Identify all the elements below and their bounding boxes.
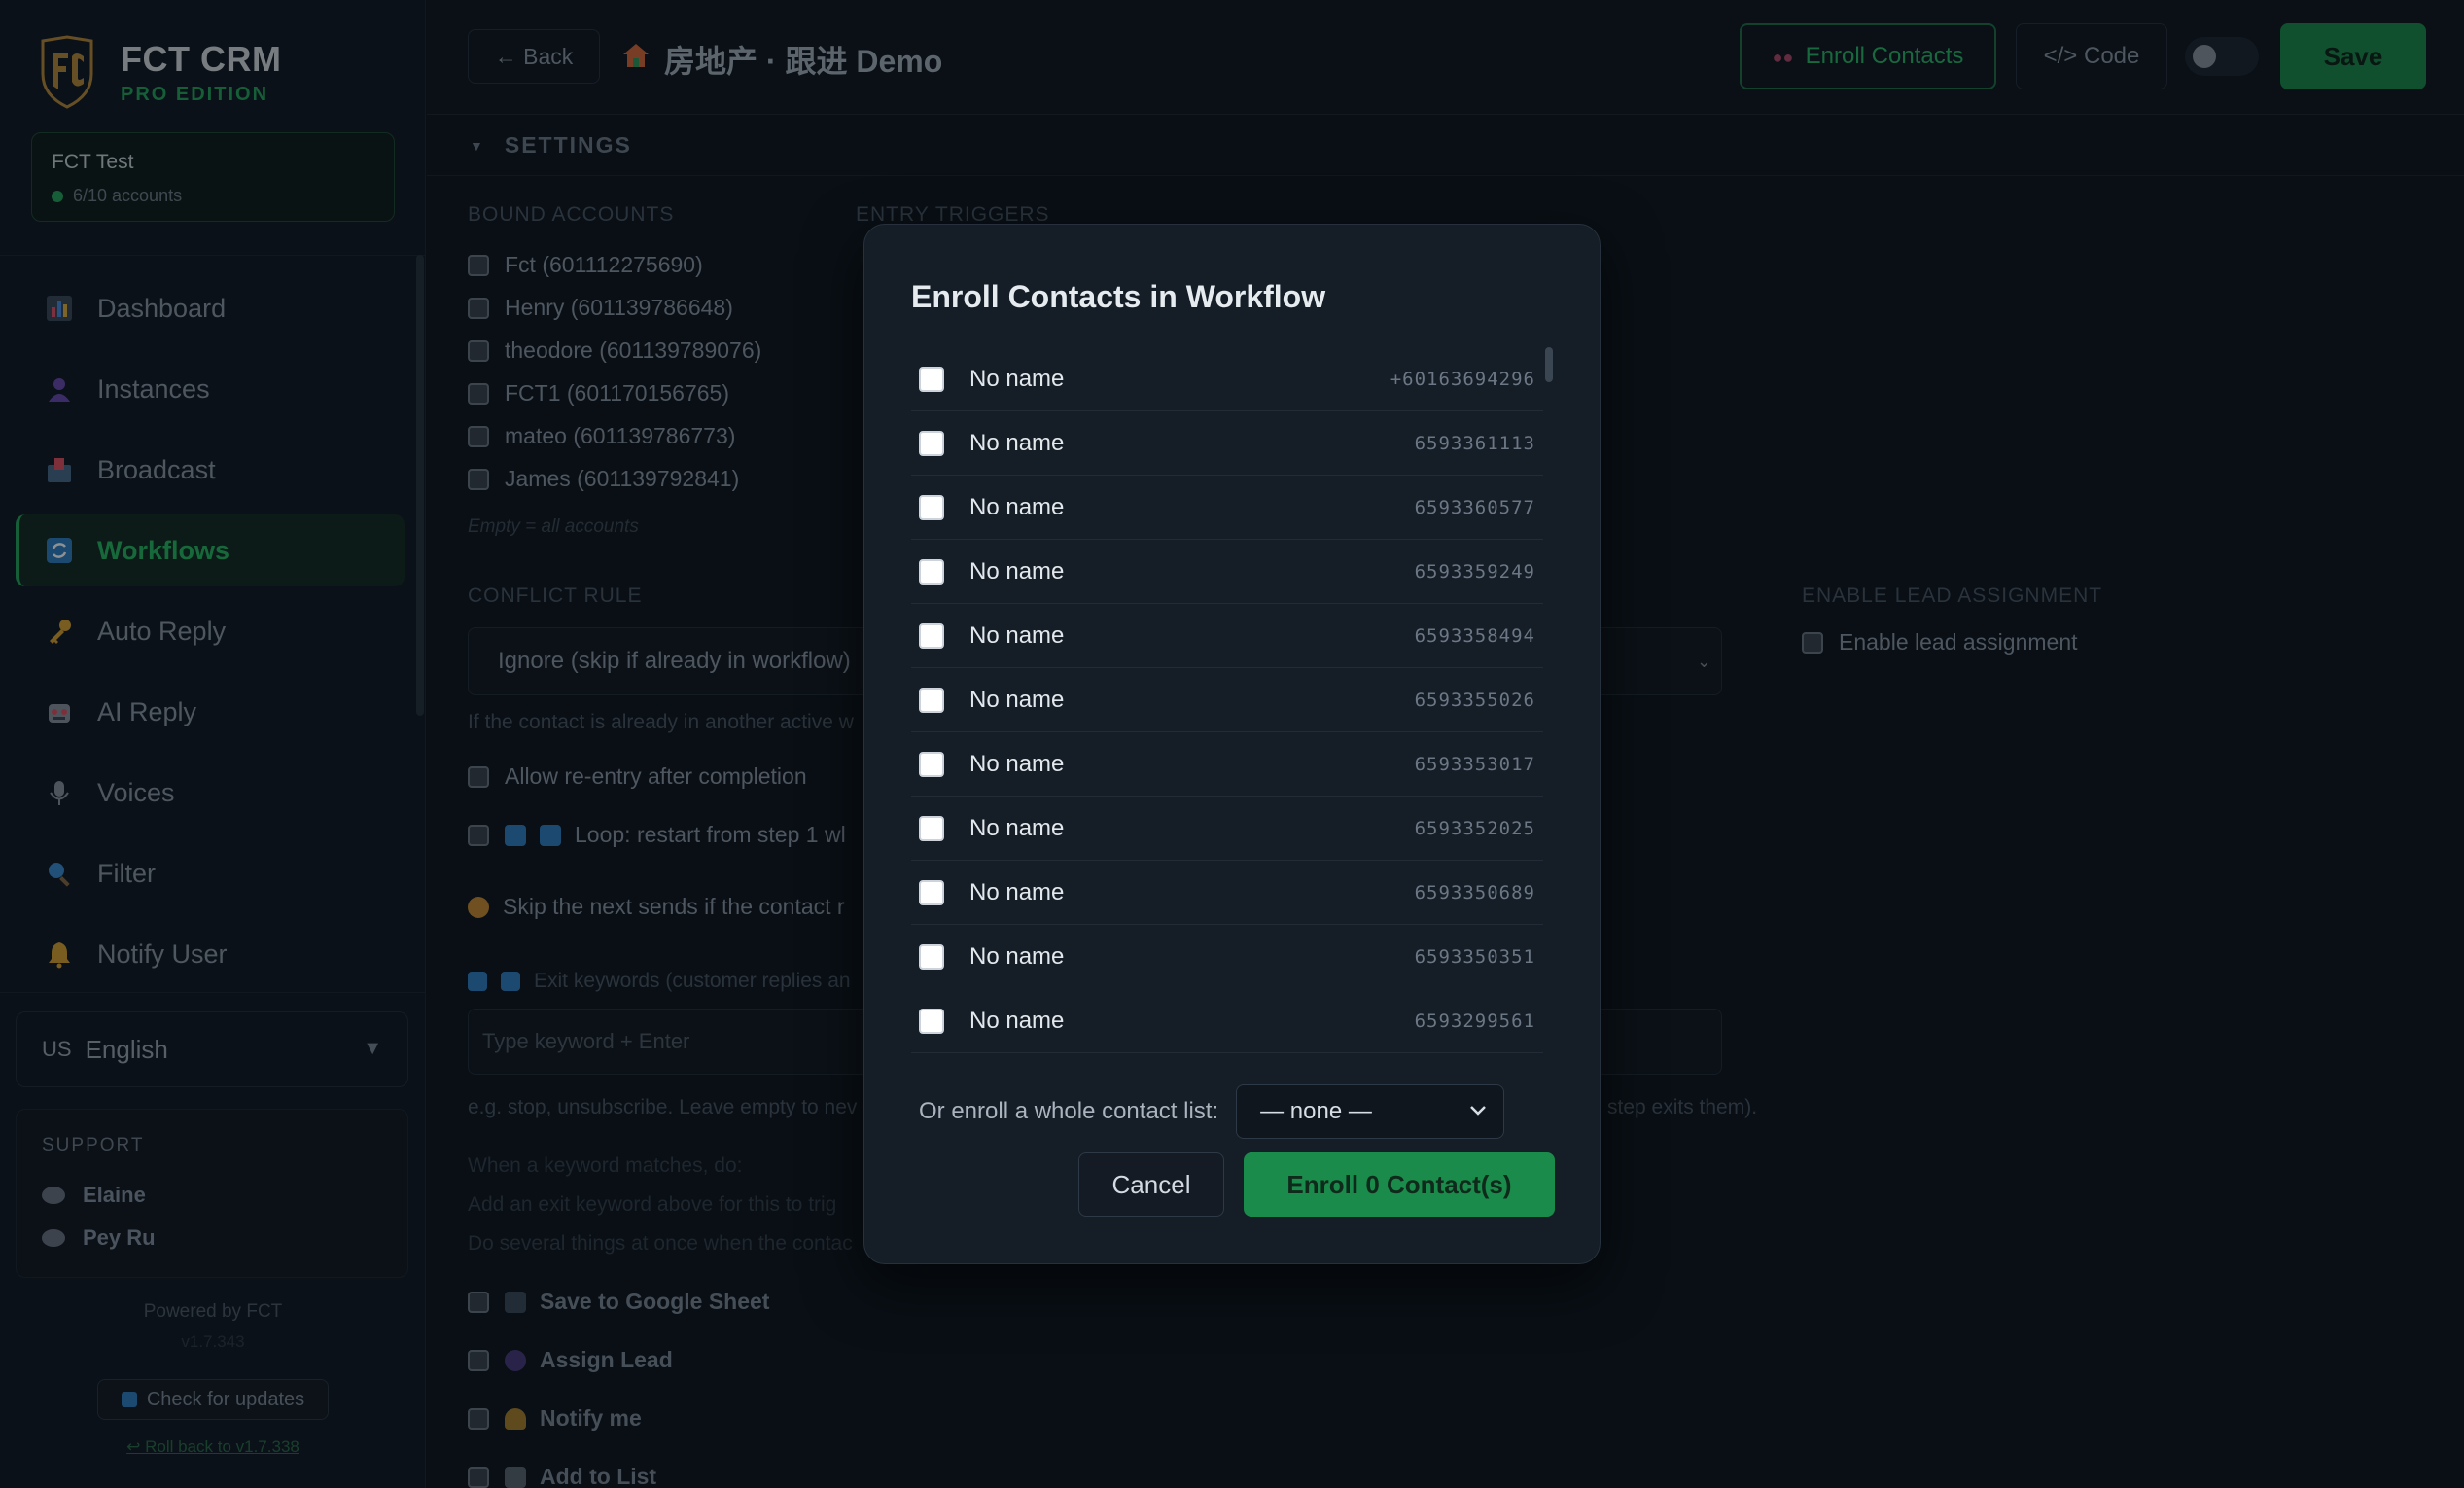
contact-list-scrollbar[interactable] [1545, 347, 1553, 382]
contact-row[interactable]: No name +60163694296 [911, 347, 1543, 411]
contact-list: No name +60163694296 No name 6593361113 No… [911, 347, 1543, 989]
contact-phone: 6593353017 [1414, 753, 1535, 775]
contact-checkbox[interactable] [919, 879, 944, 905]
contact-checkbox[interactable] [919, 494, 944, 520]
contact-row[interactable]: No name 6593352025 [911, 797, 1543, 861]
enroll-contacts-modal: Enroll Contacts in Workflow No name +6016… [863, 224, 1601, 1264]
contact-phone: 6593355026 [1414, 689, 1535, 711]
enroll-button[interactable]: Enroll 0 Contact(s) [1244, 1152, 1555, 1217]
contact-row[interactable]: No name 6593299561 [911, 989, 1543, 1053]
chevron-down-icon [1470, 1106, 1487, 1116]
contact-checkbox[interactable] [919, 622, 944, 649]
contact-row[interactable]: No name 6593361113 [911, 411, 1543, 476]
contact-row[interactable]: No name 6593360577 [911, 476, 1543, 540]
contact-row[interactable]: No name 6593359249 [911, 540, 1543, 604]
contact-checkbox[interactable] [919, 815, 944, 841]
contact-checkbox[interactable] [919, 687, 944, 713]
contact-row[interactable]: No name 6593350689 [911, 861, 1543, 925]
contact-row[interactable]: No name 6593353017 [911, 732, 1543, 797]
contact-phone: 6593352025 [1414, 817, 1535, 839]
contact-row[interactable]: No name 6593355026 [911, 668, 1543, 732]
contact-phone: 6593360577 [1414, 496, 1535, 518]
contact-row[interactable]: No name 6593358494 [911, 604, 1543, 668]
contact-phone: 6593299561 [1414, 1010, 1535, 1032]
contact-phone: 6593358494 [1414, 624, 1535, 647]
contact-checkbox[interactable] [919, 1008, 944, 1034]
contact-phone: +60163694296 [1390, 368, 1535, 390]
contact-checkbox[interactable] [919, 751, 944, 777]
contact-checkbox[interactable] [919, 558, 944, 585]
contact-checkbox[interactable] [919, 366, 944, 392]
contact-row[interactable]: No name 6593350351 [911, 925, 1543, 989]
contact-phone: 6593359249 [1414, 560, 1535, 583]
contact-phone: 6593350689 [1414, 881, 1535, 903]
contact-list-select[interactable]: — none — [1236, 1084, 1505, 1139]
contact-list-row: Or enroll a whole contact list: — none — [919, 1084, 1505, 1139]
contact-phone: 6593361113 [1414, 432, 1535, 454]
contact-checkbox[interactable] [919, 944, 944, 970]
contact-checkbox[interactable] [919, 430, 944, 456]
contact-list-label: Or enroll a whole contact list: [919, 1098, 1219, 1124]
modal-title: Enroll Contacts in Workflow [911, 279, 1326, 314]
contact-phone: 6593350351 [1414, 946, 1535, 968]
cancel-button[interactable]: Cancel [1078, 1152, 1224, 1217]
